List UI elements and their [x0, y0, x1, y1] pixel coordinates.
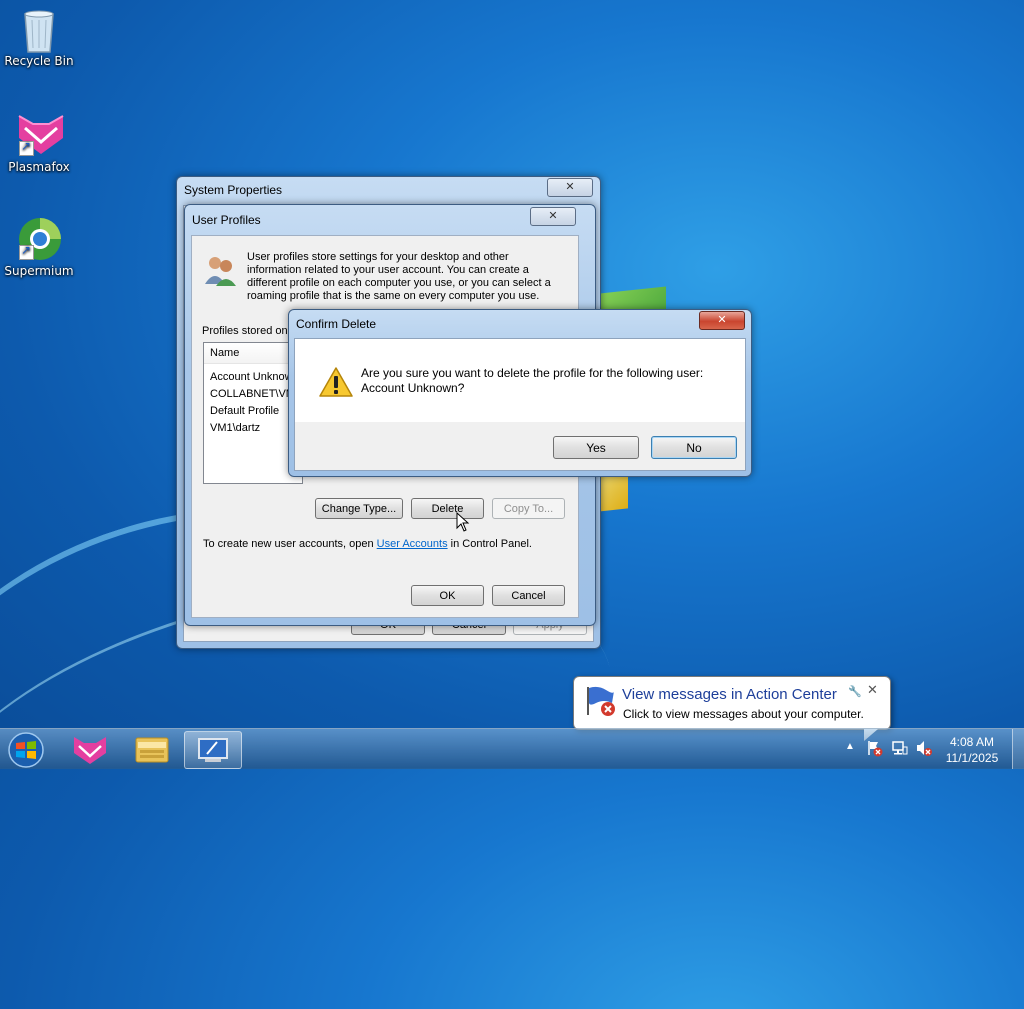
clock-time: 4:08 AM — [949, 735, 995, 749]
taskbar-plasmafox[interactable] — [62, 731, 118, 767]
confirm-message-user: Account Unknown? — [361, 381, 465, 395]
copy-to-button[interactable]: Copy To... — [492, 498, 565, 519]
notification-body: Click to view messages about your comput… — [623, 707, 864, 721]
show-hidden-icons-button[interactable]: ▲ — [845, 741, 855, 752]
confirm-message-line: Are you sure you want to delete the prof… — [361, 366, 704, 380]
delete-button[interactable]: Delete — [411, 498, 484, 519]
wrench-icon[interactable]: 🔧 — [848, 685, 862, 698]
system-properties-icon — [198, 738, 228, 762]
plasmafox-icon — [17, 112, 64, 156]
change-type-button[interactable]: Change Type... — [315, 498, 403, 519]
desktop-icon-plasmafox[interactable]: Plasmafox — [1, 112, 77, 174]
ok-button[interactable]: OK — [411, 585, 484, 606]
list-item[interactable]: COLLABNET\VM — [210, 388, 295, 400]
notification-title: View messages in Action Center — [622, 686, 837, 703]
volume-muted-icon[interactable] — [915, 739, 933, 757]
list-item[interactable]: Default Profile — [210, 405, 279, 417]
window-title: System Properties — [184, 183, 283, 197]
supermium-icon — [17, 216, 61, 260]
desktop-icon-label: Supermium — [4, 264, 74, 278]
action-center-tray-icon[interactable] — [866, 739, 884, 757]
footer-text-end: in Control Panel. — [447, 538, 532, 550]
show-desktop-button[interactable] — [1012, 729, 1024, 769]
window-title: User Profiles — [192, 213, 261, 227]
footer-text-start: To create new user accounts, open — [203, 538, 377, 550]
close-icon[interactable]: ✕ — [867, 683, 878, 698]
no-button[interactable]: No — [651, 436, 737, 459]
footer-text: To create new user accounts, open User A… — [203, 538, 532, 550]
recycle-bin-icon — [17, 6, 61, 53]
yes-button[interactable]: Yes — [553, 436, 639, 459]
taskbar-file-explorer[interactable] — [124, 731, 180, 767]
user-accounts-link[interactable]: User Accounts — [377, 538, 448, 550]
shortcut-arrow-icon — [19, 243, 34, 260]
action-center-notification[interactable]: View messages in Action Center Click to … — [573, 676, 891, 741]
profiles-label: Profiles stored on — [202, 325, 288, 337]
clock-date: 11/1/2025 — [945, 751, 999, 765]
dialog-body: Are you sure you want to delete the prof… — [294, 338, 746, 471]
desktop-icon-recycle-bin[interactable]: Recycle Bin — [1, 6, 77, 68]
dialog-title: Confirm Delete — [296, 317, 377, 331]
clock[interactable]: 4:08 AM 11/1/2025 — [940, 734, 1004, 766]
mouse-cursor — [456, 511, 470, 532]
action-center-flag-icon — [584, 685, 618, 717]
close-button[interactable]: ✕ — [699, 311, 745, 330]
close-button[interactable]: ✕ — [547, 178, 593, 197]
column-header-label: Name — [210, 347, 240, 359]
desktop-icon-label: Recycle Bin — [4, 54, 74, 68]
plasmafox-icon — [74, 737, 106, 764]
taskbar-system-properties[interactable] — [184, 731, 242, 769]
warning-icon — [319, 366, 353, 398]
close-button[interactable]: ✕ — [530, 207, 576, 226]
list-item[interactable]: VM1\dartz — [210, 422, 260, 434]
taskbar: ▲ 4:08 AM 11/1/2025 — [0, 728, 1024, 769]
confirm-message: Are you sure you want to delete the prof… — [361, 366, 703, 396]
users-icon — [204, 254, 238, 286]
desktop-icon-label: Plasmafox — [8, 160, 70, 174]
folder-icon — [135, 737, 169, 763]
shortcut-arrow-icon — [19, 139, 34, 156]
cancel-button[interactable]: Cancel — [492, 585, 565, 606]
network-icon[interactable] — [891, 739, 909, 757]
start-button[interactable] — [6, 731, 46, 768]
desktop-icon-supermium[interactable]: Supermium — [1, 216, 77, 278]
confirm-delete-dialog: Confirm Delete ✕ Are you sure you want t… — [288, 309, 752, 477]
description-text: User profiles store settings for your de… — [247, 251, 551, 302]
list-item[interactable]: Account Unknow — [210, 371, 293, 383]
